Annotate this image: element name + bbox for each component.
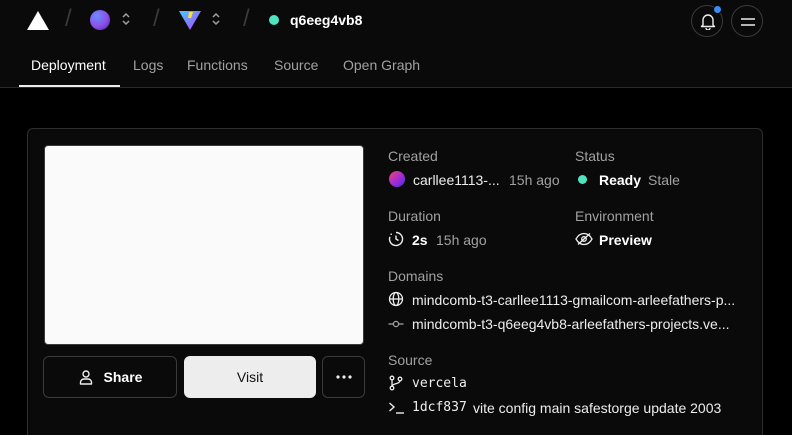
status-label: Status	[575, 148, 615, 164]
more-actions-button[interactable]	[322, 356, 365, 398]
bell-icon	[700, 14, 716, 30]
deployment-status-dot	[269, 15, 279, 25]
environment-value[interactable]: Preview	[599, 232, 652, 248]
terminal-icon	[389, 402, 404, 414]
domain-link-2[interactable]: mindcomb-t3-q6eeg4vb8-arleefathers-proje…	[412, 316, 730, 332]
source-label: Source	[388, 352, 433, 368]
tab-logs[interactable]: Logs	[133, 57, 163, 73]
breadcrumb-separator: /	[153, 5, 160, 32]
tab-open-graph[interactable]: Open Graph	[343, 57, 420, 73]
vercel-triangle-icon[interactable]	[27, 11, 49, 30]
status-ready-dot	[578, 175, 587, 184]
deployment-preview[interactable]	[44, 145, 364, 345]
commit-hash[interactable]: 1dcf837	[412, 400, 467, 416]
share-button[interactable]: Share	[43, 356, 177, 398]
menu-button[interactable]	[731, 5, 763, 37]
top-bar: / / / q6eeg4vb8	[0, 0, 792, 42]
share-button-label: Share	[103, 369, 143, 385]
visit-button-label: Visit	[236, 369, 264, 385]
status-value: Ready	[599, 172, 642, 188]
vite-logo-icon[interactable]	[179, 9, 201, 31]
duration-label: Duration	[388, 208, 441, 224]
clock-icon	[388, 231, 404, 247]
git-commit-icon	[388, 320, 404, 328]
source-branch[interactable]: vercela	[412, 376, 467, 392]
chevron-up-down-icon[interactable]	[121, 11, 131, 27]
created-label: Created	[388, 148, 438, 164]
commit-message[interactable]: vite config main safestorge update 2003	[473, 400, 721, 416]
tab-source[interactable]: Source	[274, 57, 318, 73]
eye-icon	[575, 232, 593, 246]
header: / / / q6eeg4vb8 Deployment Logs Function…	[0, 0, 792, 88]
status-stale: Stale	[648, 172, 680, 188]
domain-link-1[interactable]: mindcomb-t3-carllee1113-gmailcom-arleefa…	[412, 292, 735, 308]
environment-label: Environment	[575, 208, 654, 224]
globe-icon	[388, 291, 404, 307]
created-time: 15h ago	[509, 172, 560, 188]
creator-name[interactable]: carllee1113-...	[413, 172, 500, 188]
breadcrumb-separator: /	[65, 5, 72, 32]
active-tab-indicator	[19, 85, 120, 87]
git-branch-icon	[389, 375, 403, 391]
user-icon	[79, 370, 92, 385]
notification-badge	[713, 5, 722, 14]
creator-avatar	[389, 171, 405, 187]
duration-time: 15h ago	[436, 232, 487, 248]
deployment-name[interactable]: q6eeg4vb8	[290, 11, 362, 29]
menu-icon	[741, 18, 755, 26]
visit-button[interactable]: Visit	[184, 356, 316, 398]
tab-functions[interactable]: Functions	[187, 57, 248, 73]
team-avatar-icon[interactable]	[90, 10, 110, 30]
more-horizontal-icon	[335, 375, 352, 379]
chevron-up-down-icon[interactable]	[211, 11, 221, 27]
duration-value: 2s	[412, 232, 428, 248]
breadcrumb-separator: /	[243, 5, 250, 32]
tab-deployment[interactable]: Deployment	[31, 57, 106, 73]
domains-label: Domains	[388, 268, 444, 284]
